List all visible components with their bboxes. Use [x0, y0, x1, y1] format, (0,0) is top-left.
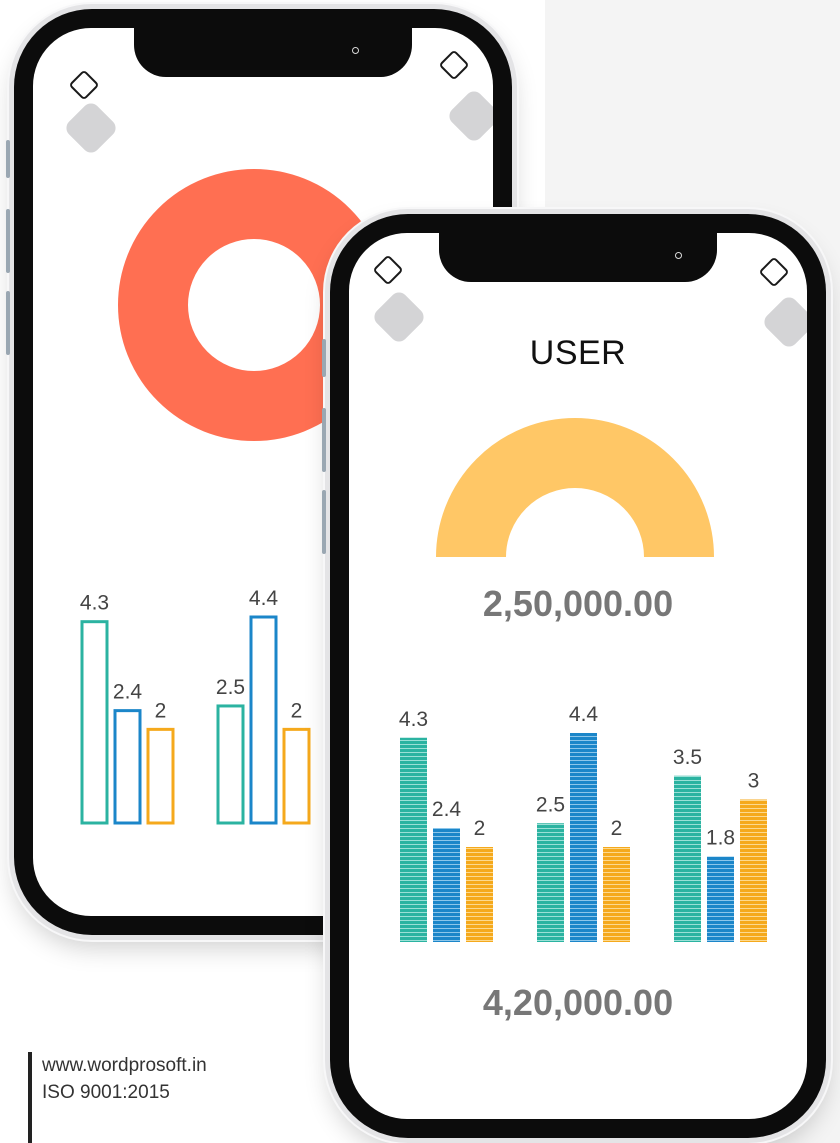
bar-value-label: 4.4 [569, 703, 599, 726]
front-phone-screen: USER 4.3 2.4 2 2.5 4.4 2 3.5 1.8 3 2,50,000.00 [349, 233, 807, 1119]
bar [740, 799, 767, 942]
bar-value-label: 4.3 [80, 592, 109, 615]
bar-value-label: 2.5 [216, 676, 245, 699]
bar-value-label: 2 [155, 699, 167, 722]
back-phone-button [6, 140, 10, 178]
bar-value-label: 2 [291, 699, 303, 722]
front-phone-button [322, 490, 326, 554]
bar-value-label: 2 [611, 817, 623, 840]
bar-value-label: 1.8 [706, 827, 735, 850]
certification-text: ISO 9001:2015 [42, 1082, 170, 1103]
bar-value-label: 4.4 [249, 587, 279, 610]
back-bar-chart: 4.3 2.4 2 2.5 4.4 2 [80, 587, 311, 825]
bar [537, 823, 564, 942]
bar [80, 620, 109, 825]
front-bar-chart: 4.3 2.4 2 2.5 4.4 2 3.5 1.8 3 [399, 703, 767, 942]
bar [249, 615, 278, 825]
bar [707, 856, 734, 942]
bar [570, 733, 597, 942]
front-phone: USER 4.3 2.4 2 2.5 4.4 2 3.5 1.8 3 2,50,000.00 [322, 214, 826, 1138]
bar-value-label: 2.4 [432, 798, 462, 821]
bar-value-label: 2 [474, 817, 486, 840]
gauge-chart [436, 418, 714, 559]
bar-value-label: 2.4 [113, 681, 143, 704]
bar [400, 737, 427, 942]
bar [216, 704, 245, 825]
front-phone-button [322, 339, 326, 377]
bar [466, 847, 493, 942]
amount-top: 2,50,000.00 [482, 583, 674, 624]
footer: www.wordprosoft.in ISO 9001:2015 [28, 1052, 207, 1143]
bar [433, 828, 460, 942]
bar [282, 727, 311, 825]
bar [146, 727, 175, 825]
bar-value-label: 3.5 [673, 746, 702, 769]
bar [603, 847, 630, 942]
front-phone-button [322, 408, 326, 472]
bar-value-label: 4.3 [399, 708, 428, 731]
bar-value-label: 2.5 [536, 793, 565, 816]
bar [113, 709, 142, 825]
website-text: www.wordprosoft.in [42, 1055, 207, 1076]
bar [674, 775, 701, 942]
back-phone-button [6, 291, 10, 355]
amount-bottom: 4,20,000.00 [482, 982, 674, 1023]
back-phone-button [6, 209, 10, 273]
bar-value-label: 3 [748, 770, 760, 793]
